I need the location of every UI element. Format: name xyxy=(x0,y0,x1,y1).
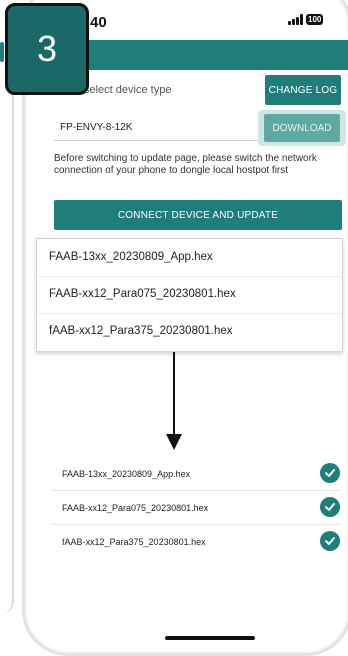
device-type-value: FP-ENVY-8-12K xyxy=(60,122,133,133)
arrow-head-icon xyxy=(166,434,182,450)
connect-device-update-button[interactable]: CONNECT DEVICE AND UPDATE xyxy=(54,200,342,230)
file-option-name: FAAB-xx12_Para075_20230801.hex xyxy=(49,288,236,300)
completed-file-name: FAAB-13xx_20230809_App.hex xyxy=(62,469,191,479)
download-button[interactable]: DOWNLOAD xyxy=(264,114,340,142)
arrow-down-icon xyxy=(173,352,175,438)
change-log-button[interactable]: CHANGE LOG xyxy=(265,75,341,105)
completed-file-list: FAAB-13xx_20230809_App.hex FAAB-xx12_Par… xyxy=(52,458,340,558)
completed-file-name: fAAB-xx12_Para375_20230801.hex xyxy=(62,537,206,547)
device-type-label: select device type xyxy=(84,84,172,96)
hotspot-instruction: Before switching to update page, please … xyxy=(54,153,317,176)
completed-file-row: fAAB-xx12_Para375_20230801.hex xyxy=(52,526,340,558)
file-option[interactable]: fAAB-xx12_Para375_20230801.hex xyxy=(37,313,342,350)
step-number-badge: 3 xyxy=(5,3,89,95)
adjacent-panel-tab xyxy=(0,42,4,62)
adjacent-phone-frame xyxy=(0,60,14,615)
completed-file-row: FAAB-13xx_20230809_App.hex xyxy=(52,458,340,491)
download-highlight: DOWNLOAD xyxy=(258,110,346,146)
completed-file-name: FAAB-xx12_Para075_20230801.hex xyxy=(62,503,209,513)
check-icon xyxy=(320,497,340,517)
file-option[interactable]: FAAB-xx12_Para075_20230801.hex xyxy=(37,276,342,314)
file-dropdown-list: FAAB-13xx_20230809_App.hex FAAB-xx12_Par… xyxy=(36,238,343,352)
device-type-select[interactable]: FP-ENVY-8-12K xyxy=(54,114,274,141)
home-indicator[interactable] xyxy=(165,636,255,640)
file-option-name: FAAB-13xx_20230809_App.hex xyxy=(49,251,213,263)
check-icon xyxy=(320,531,340,551)
file-option-name: fAAB-xx12_Para375_20230801.hex xyxy=(49,325,233,337)
signal-icon xyxy=(288,14,303,25)
check-icon xyxy=(320,463,340,483)
status-icons: 100 xyxy=(288,14,324,25)
battery-icon: 100 xyxy=(306,14,324,25)
file-option[interactable]: FAAB-13xx_20230809_App.hex xyxy=(37,239,342,277)
completed-file-row: FAAB-xx12_Para075_20230801.hex xyxy=(52,492,340,525)
